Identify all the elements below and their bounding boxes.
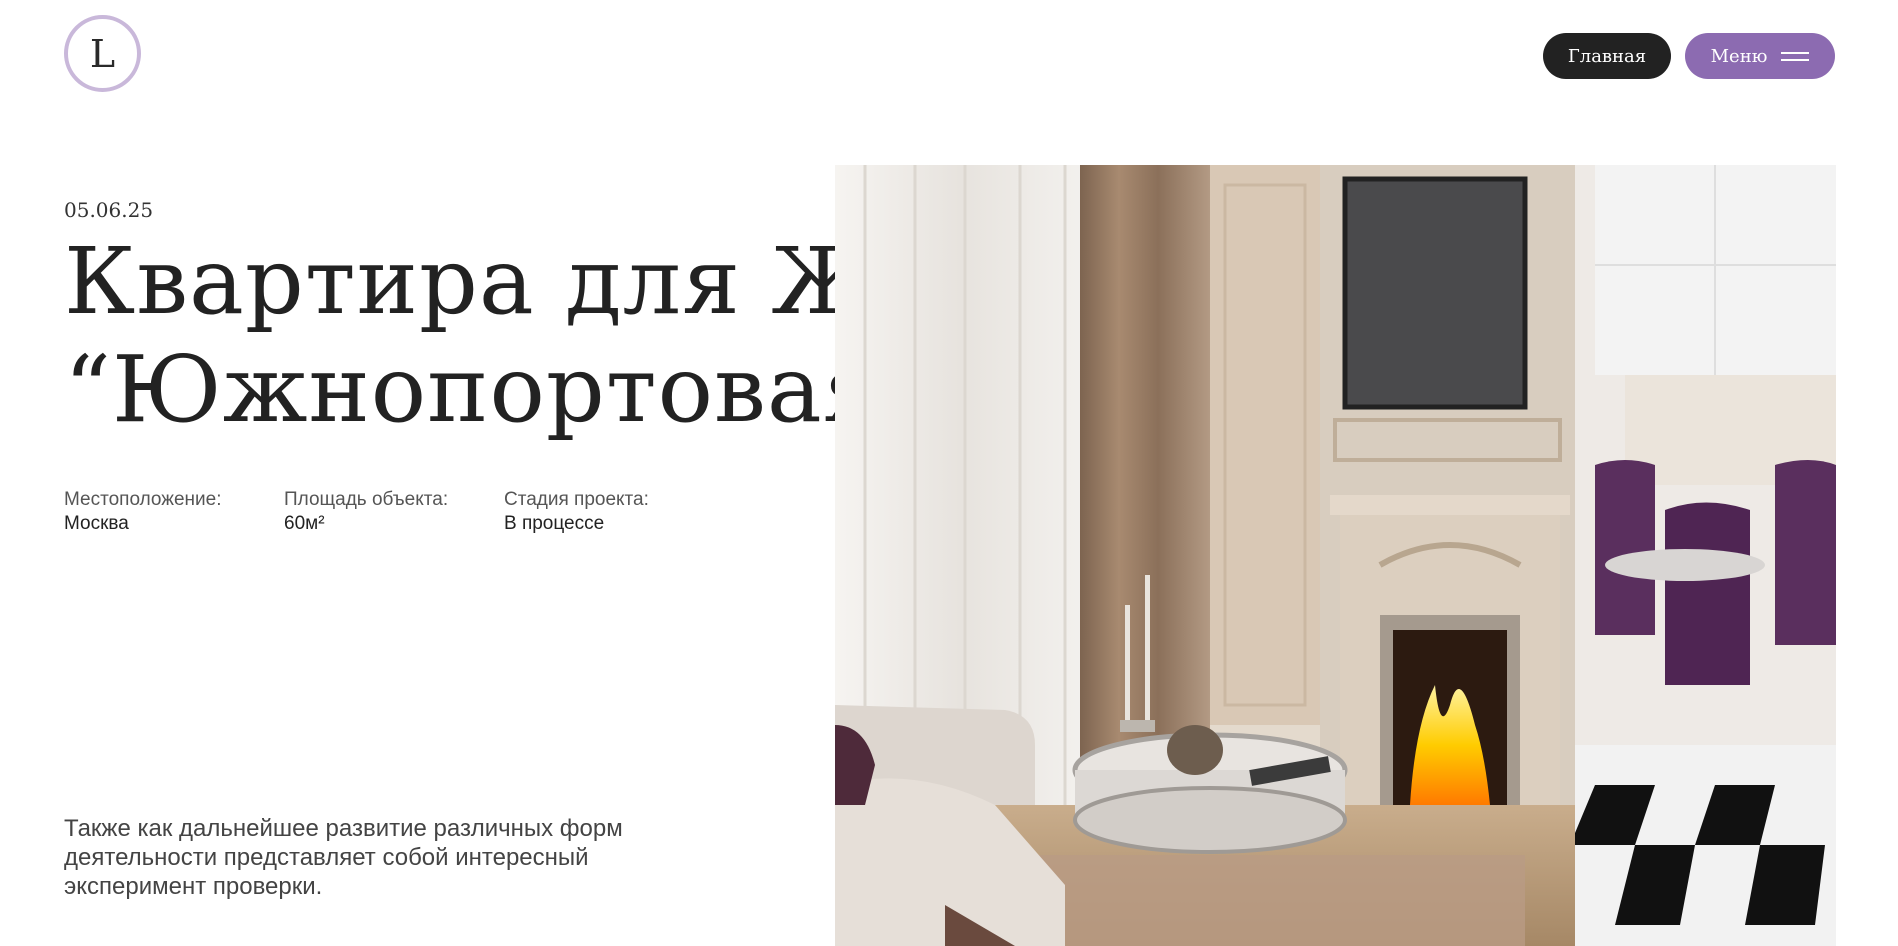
meta-area-label: Площадь объекта: [284,489,449,510]
meta-stage-label: Стадия проекта: [504,489,649,510]
logo-letter: L [89,31,116,76]
project-description: Также как дальнейшее развитие различных … [64,815,623,900]
menu-button-label: Меню [1710,45,1768,67]
meta-location-label: Местоположение: [64,489,222,510]
meta-location-value: Москва [64,513,129,534]
interior-photo [835,165,1836,946]
logo[interactable]: L [64,15,141,92]
page-title: Квартира для ЖК “Южнопортовая” [64,228,948,444]
meta-area-value: 60м² [284,513,325,534]
meta-location: Местоположение: Москва [64,488,274,536]
title-line-2: “Южнопортовая” [64,336,930,443]
home-button[interactable]: Главная [1543,33,1671,79]
menu-button[interactable]: Меню [1685,33,1835,79]
meta-stage-value: В процессе [504,513,605,534]
meta-stage: Стадия проекта: В процессе [504,488,714,536]
title-line-1: Квартира для ЖК [64,228,948,335]
project-date: 05.06.25 [64,198,154,222]
hamburger-icon [1781,51,1810,61]
meta-area: Площадь объекта: 60м² [284,488,494,536]
home-button-label: Главная [1567,45,1647,67]
